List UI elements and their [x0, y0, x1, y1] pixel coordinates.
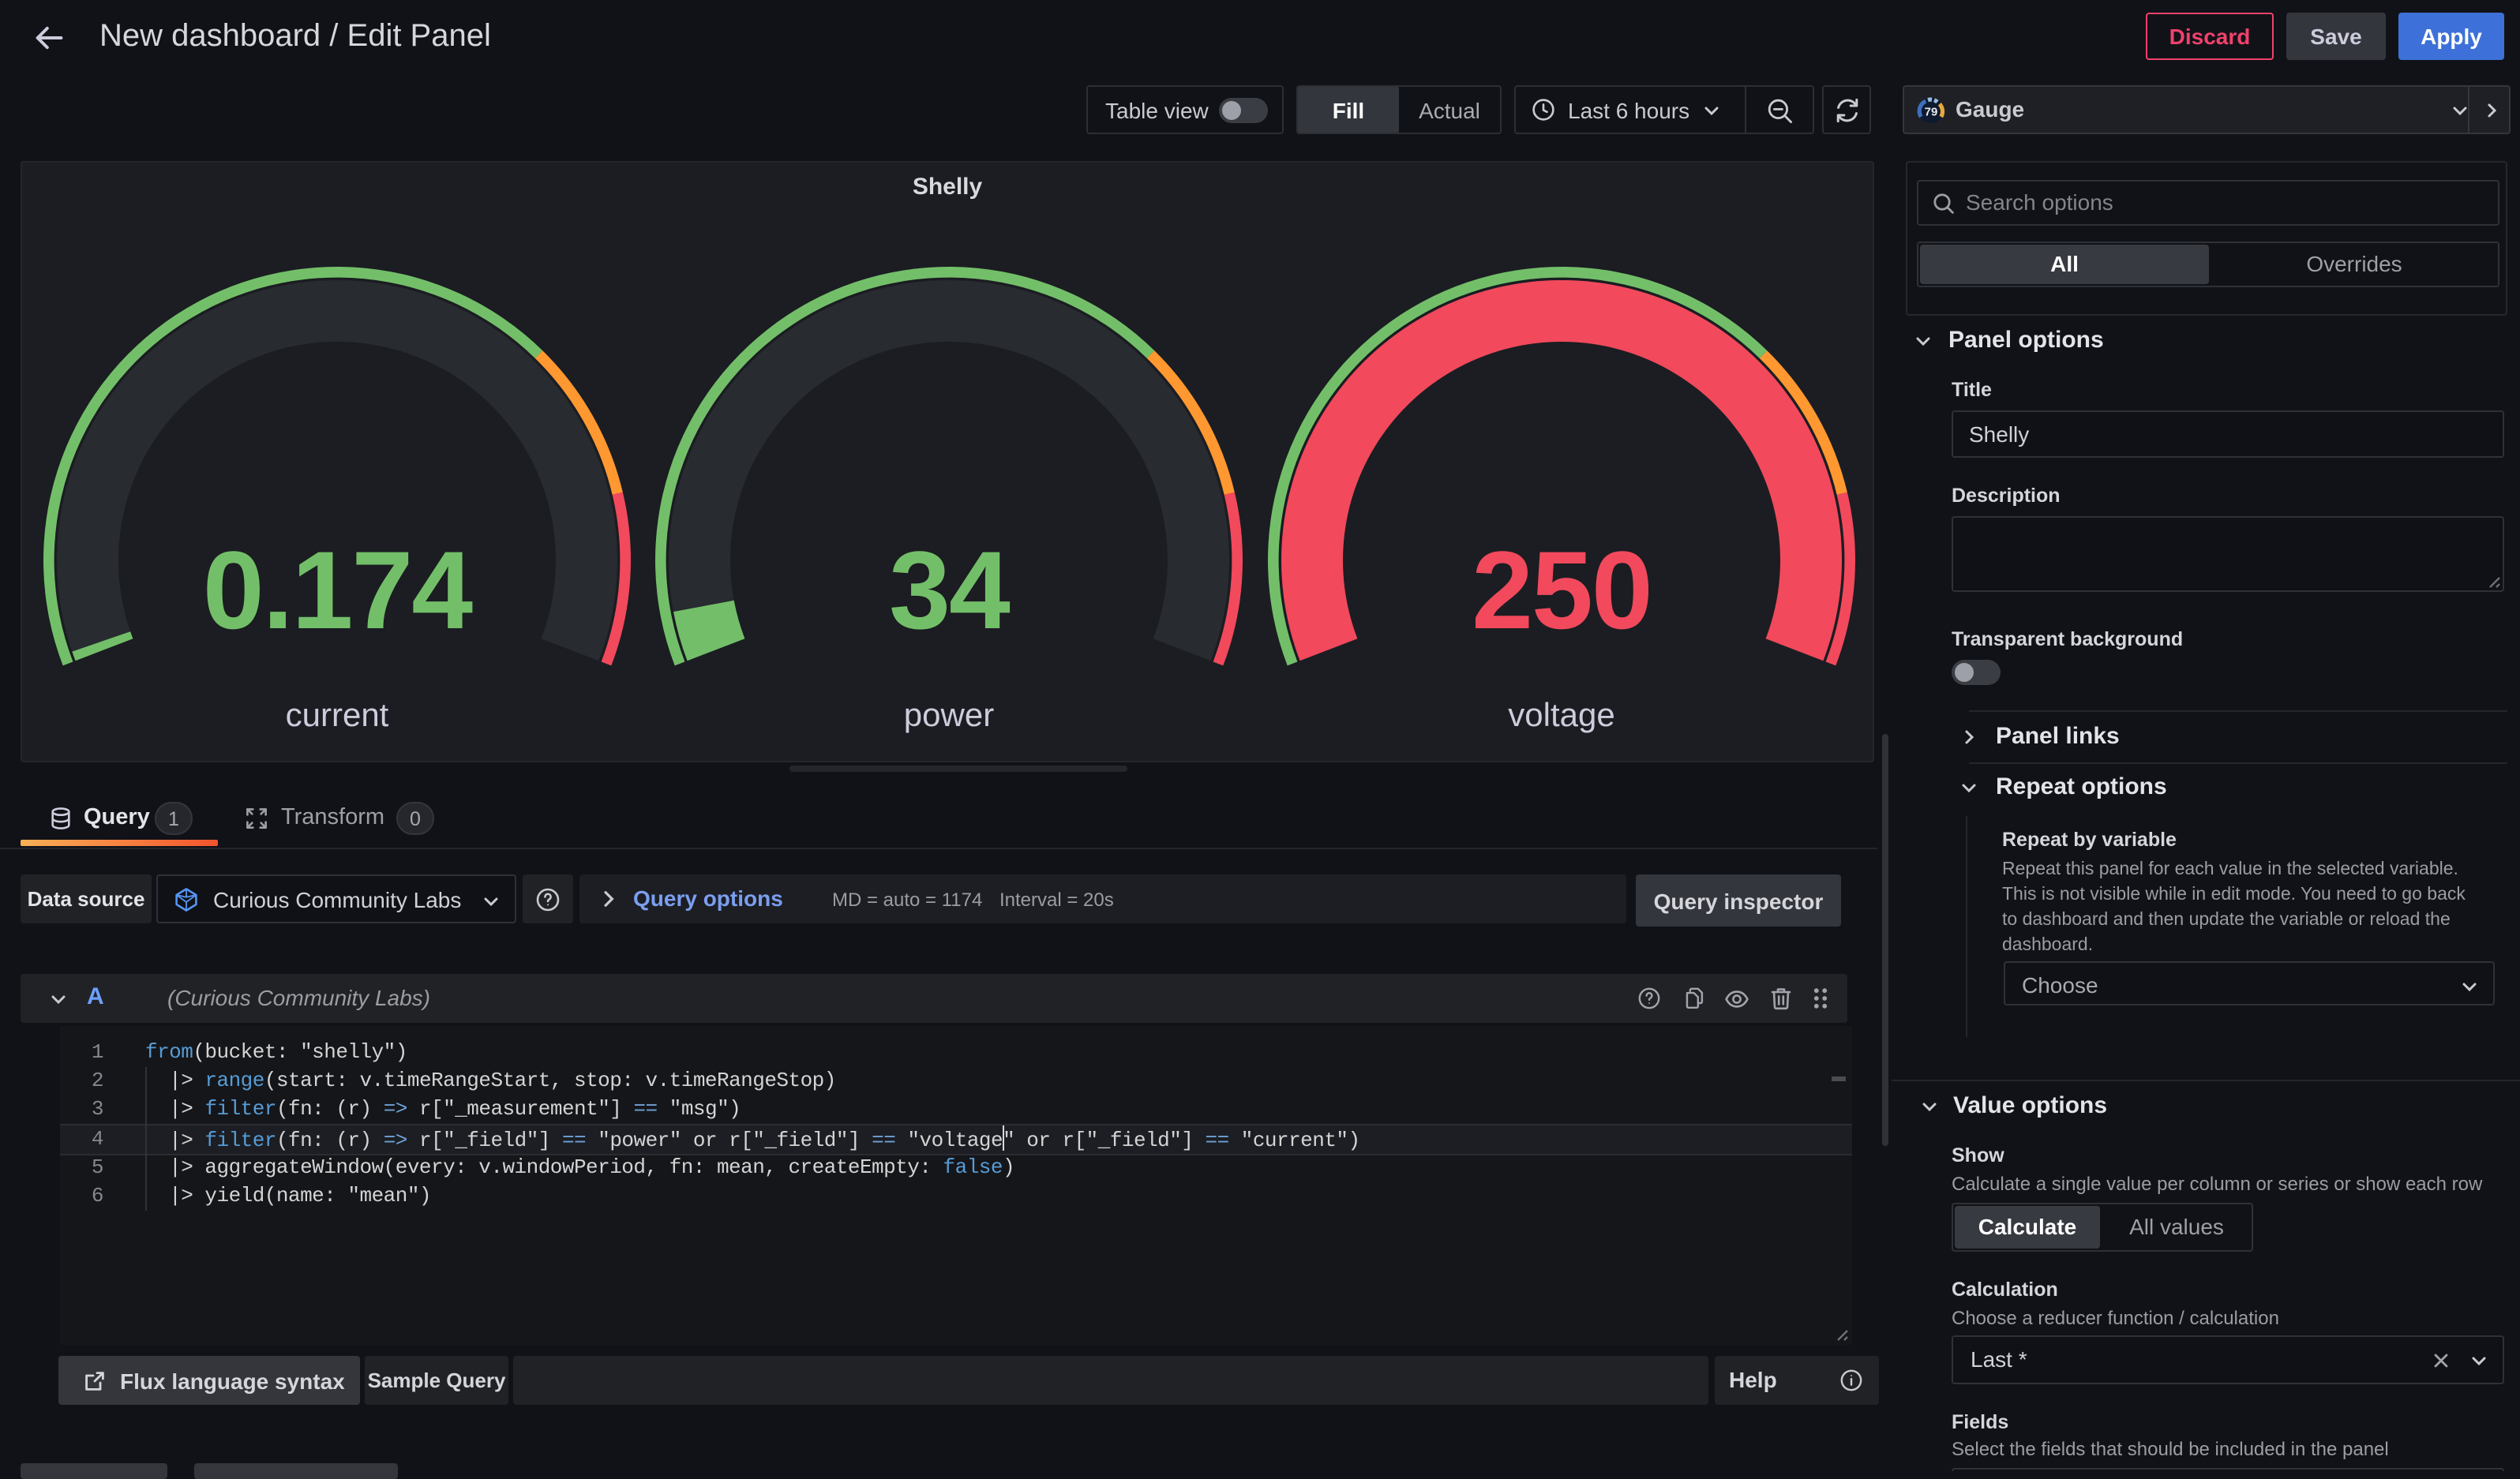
svg-text:79: 79 — [1924, 104, 1937, 118]
